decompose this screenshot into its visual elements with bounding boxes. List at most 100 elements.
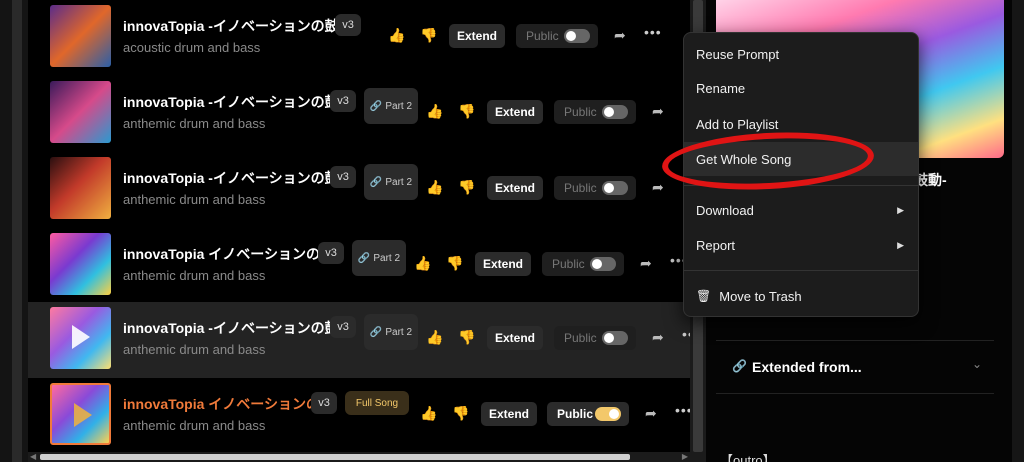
toggle-switch[interactable] [590, 257, 616, 271]
song-style: anthemic drum and bass [123, 268, 266, 283]
public-toggle[interactable]: Public [516, 24, 598, 48]
song-cover[interactable] [50, 307, 111, 369]
left-frame-bar [12, 0, 22, 462]
menu-divider [684, 270, 918, 271]
scroll-left-icon[interactable]: ◀ [30, 452, 36, 461]
extend-button[interactable]: Extend [487, 326, 543, 350]
extended-from-label[interactable]: Extended from... [752, 359, 862, 375]
public-label: Public [564, 181, 597, 195]
song-title[interactable]: innovaTopia -イノベーションの鼓動- [123, 16, 357, 36]
chevron-down-icon[interactable]: ⌄ [972, 357, 982, 371]
thumbs-up-icon[interactable]: 👍 [426, 103, 443, 120]
more-options-icon[interactable]: ••• [644, 24, 662, 40]
share-icon[interactable]: ➦ [652, 329, 664, 346]
play-icon[interactable] [72, 325, 90, 349]
share-icon[interactable]: ➦ [652, 179, 664, 196]
part-label: Part 2 [385, 100, 413, 112]
thumbs-down-icon[interactable]: 👎 [458, 329, 475, 346]
public-label: Public [526, 29, 559, 43]
song-style: anthemic drum and bass [123, 418, 266, 433]
menu-item-rename[interactable]: Rename [684, 71, 918, 105]
part-badge: 🔗 Part 2 [352, 240, 406, 276]
thumbs-down-icon[interactable]: 👎 [446, 255, 463, 272]
song-row[interactable]: innovaTopia -イノベーションの鼓... anthemic drum … [28, 152, 690, 228]
scroll-right-icon[interactable]: ▶ [682, 452, 688, 461]
song-title[interactable]: innovaTopia -イノベーションの鼓... [123, 168, 350, 188]
left-frame [0, 0, 28, 462]
song-style: anthemic drum and bass [123, 342, 266, 357]
song-cover[interactable] [50, 157, 111, 219]
public-toggle[interactable]: Public [554, 326, 636, 350]
toggle-switch[interactable] [595, 407, 621, 421]
thumbs-down-icon[interactable]: 👎 [458, 103, 475, 120]
horizontal-scrollbar[interactable]: ◀ ▶ [28, 452, 690, 462]
song-title[interactable]: innovaTopia -イノベーションの鼓... [123, 318, 350, 338]
link-icon: 🔗 [369, 326, 383, 338]
song-style: acoustic drum and bass [123, 40, 261, 55]
extend-button[interactable]: Extend [481, 402, 537, 426]
toggle-switch[interactable] [564, 29, 590, 43]
public-toggle[interactable]: Public [547, 402, 629, 426]
thumbs-down-icon[interactable]: 👎 [452, 405, 469, 422]
thumbs-down-icon[interactable]: 👎 [458, 179, 475, 196]
share-icon[interactable]: ➦ [652, 103, 664, 120]
menu-item-download[interactable]: Download ▶ [684, 193, 918, 227]
share-icon[interactable]: ➦ [614, 27, 626, 44]
public-toggle[interactable]: Public [554, 100, 636, 124]
menu-item-move-to-trash[interactable]: 🗑 Move to Trash [684, 279, 918, 313]
play-icon[interactable] [74, 403, 92, 427]
song-style: anthemic drum and bass [123, 116, 266, 131]
toggle-switch[interactable] [602, 331, 628, 345]
horizontal-scrollbar-thumb[interactable] [40, 454, 630, 460]
extend-button[interactable]: Extend [449, 24, 505, 48]
song-cover[interactable] [50, 233, 111, 295]
song-row[interactable]: innovaTopia イノベーションの... anthemic drum an… [28, 378, 692, 454]
song-style: anthemic drum and bass [123, 192, 266, 207]
version-badge: v3 [330, 316, 356, 338]
song-title[interactable]: innovaTopia イノベーションの... [123, 244, 332, 264]
extend-button[interactable]: Extend [475, 252, 531, 276]
public-label: Public [552, 257, 585, 271]
menu-item-label: Add to Playlist [696, 116, 779, 132]
extended-from-section[interactable]: 🔗 Extended from... ⌄ [716, 340, 994, 394]
thumbs-up-icon[interactable]: 👍 [426, 329, 443, 346]
toggle-switch[interactable] [602, 181, 628, 195]
extend-button[interactable]: Extend [487, 176, 543, 200]
part-badge: 🔗 Part 2 [364, 314, 418, 350]
song-row[interactable]: innovaTopia イノベーションの... anthemic drum an… [28, 228, 690, 304]
song-row[interactable]: innovaTopia -イノベーションの鼓動- acoustic drum a… [28, 0, 690, 76]
full-song-label: Full Song [355, 397, 399, 409]
menu-item-label: Reuse Prompt [696, 46, 780, 62]
menu-item-label: Move to Trash [719, 288, 802, 304]
song-cover[interactable] [50, 5, 111, 67]
public-label: Public [557, 407, 594, 421]
thumbs-up-icon[interactable]: 👍 [420, 405, 437, 422]
song-cover[interactable] [50, 383, 111, 445]
link-icon: 🔗 [732, 359, 747, 373]
song-row[interactable]: innovaTopia -イノベーションの鼓... anthemic drum … [28, 76, 690, 152]
version-badge: v3 [330, 166, 356, 188]
song-cover[interactable] [50, 81, 111, 143]
toggle-switch[interactable] [602, 105, 628, 119]
part-label: Part 2 [385, 176, 413, 188]
menu-item-reuse-prompt[interactable]: Reuse Prompt [684, 37, 918, 71]
song-row[interactable]: innovaTopia -イノベーションの鼓... anthemic drum … [28, 302, 699, 378]
menu-item-report[interactable]: Report ▶ [684, 228, 918, 262]
song-title[interactable]: innovaTopia イノベーションの... [123, 394, 332, 414]
thumbs-down-icon[interactable]: 👎 [420, 27, 437, 44]
part-label: Part 2 [373, 252, 401, 264]
share-icon[interactable]: ➦ [645, 405, 657, 422]
thumbs-up-icon[interactable]: 👍 [426, 179, 443, 196]
submenu-arrow-icon: ▶ [897, 239, 904, 250]
thumbs-up-icon[interactable]: 👍 [388, 27, 405, 44]
detail-scrollbar[interactable] [1012, 0, 1024, 462]
part-label: Part 2 [385, 326, 413, 338]
song-title[interactable]: innovaTopia -イノベーションの鼓... [123, 92, 350, 112]
public-toggle[interactable]: Public [554, 176, 636, 200]
thumbs-up-icon[interactable]: 👍 [414, 255, 431, 272]
public-toggle[interactable]: Public [542, 252, 624, 276]
share-icon[interactable]: ➦ [640, 255, 652, 272]
song-list: innovaTopia -イノベーションの鼓動- acoustic drum a… [28, 0, 699, 454]
extend-button[interactable]: Extend [487, 100, 543, 124]
version-badge: v3 [330, 90, 356, 112]
